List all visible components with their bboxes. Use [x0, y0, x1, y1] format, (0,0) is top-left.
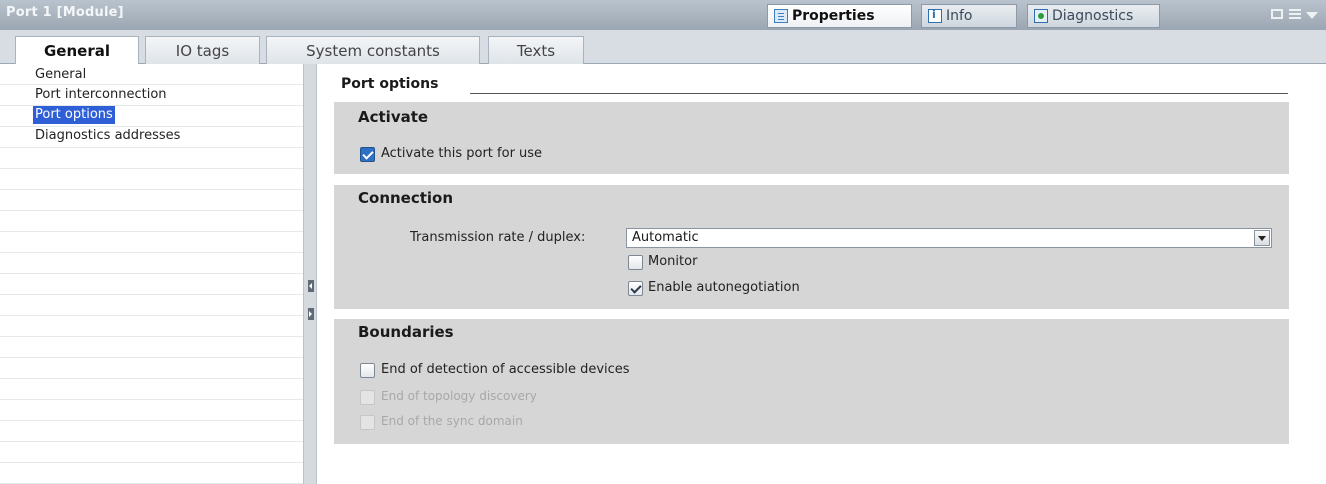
activate-port-label: Activate this port for use	[381, 146, 543, 161]
transmission-rate-select[interactable]: Automatic	[626, 228, 1272, 248]
tab-info-label: Info	[946, 8, 973, 24]
chevron-down-icon[interactable]	[1306, 12, 1318, 19]
end-detection-label: End of detection of accessible devices	[381, 362, 630, 377]
nav-item-diagnostics-addresses[interactable]: Diagnostics addresses	[33, 127, 182, 145]
navigation-tree: General Port interconnection Port option…	[0, 64, 303, 484]
restore-icon[interactable]	[1271, 9, 1283, 19]
expand-right-icon[interactable]	[308, 308, 314, 320]
tab-system-constants-label: System constants	[306, 42, 440, 60]
end-sync-domain-label: End of the sync domain	[381, 414, 523, 428]
window-title: Port 1 [Module]	[6, 5, 124, 20]
tab-general-label: General	[44, 42, 110, 60]
collapse-left-icon[interactable]	[308, 280, 314, 292]
chevron-down-icon[interactable]	[1254, 230, 1270, 246]
nav-item-port-interconnection[interactable]: Port interconnection	[33, 86, 169, 104]
tab-properties[interactable]: Properties	[767, 4, 912, 28]
tab-properties-label: Properties	[792, 8, 875, 24]
end-topology-label: End of topology discovery	[381, 389, 537, 403]
section-divider	[470, 93, 1288, 94]
end-sync-domain-checkbox	[360, 415, 375, 430]
monitor-label: Monitor	[648, 254, 698, 269]
connection-group: Connection Transmission rate / duplex: A…	[334, 185, 1289, 309]
autonegotiation-checkbox[interactable]	[628, 281, 643, 296]
section-title: Port options	[341, 76, 439, 92]
transmission-rate-label: Transmission rate / duplex:	[410, 230, 586, 245]
monitor-checkbox[interactable]	[628, 255, 643, 270]
activate-group-title: Activate	[358, 108, 429, 126]
properties-icon	[774, 9, 788, 23]
autonegotiation-label: Enable autonegotiation	[648, 280, 800, 295]
tab-texts-label: Texts	[516, 42, 556, 60]
diagnostics-icon	[1034, 9, 1048, 23]
pane-splitter[interactable]	[303, 64, 317, 484]
transmission-rate-value: Automatic	[632, 230, 699, 245]
nav-item-general[interactable]: General	[33, 66, 88, 84]
tab-io-tags-label: IO tags	[175, 42, 230, 60]
tab-system-constants[interactable]: System constants	[266, 36, 480, 64]
tab-general[interactable]: General	[15, 36, 139, 65]
boundaries-group: Boundaries End of detection of accessibl…	[334, 319, 1289, 444]
connection-group-title: Connection	[358, 189, 454, 207]
end-topology-checkbox	[360, 390, 375, 405]
tab-info[interactable]: Info	[921, 4, 1017, 28]
tab-texts[interactable]: Texts	[488, 36, 584, 64]
activate-port-checkbox[interactable]	[360, 147, 375, 162]
end-detection-checkbox[interactable]	[360, 363, 375, 378]
inspector-title-bar: Port 1 [Module] Properties Info Diagnost…	[0, 0, 1326, 30]
nav-item-port-options[interactable]: Port options	[33, 106, 115, 124]
property-tabs-bar: General IO tags System constants Texts	[0, 30, 1326, 65]
info-icon	[928, 8, 942, 23]
activate-group: Activate Activate this port for use	[334, 102, 1289, 174]
menu-icon[interactable]	[1289, 9, 1301, 19]
content-pane: Port options Activate Activate this port…	[317, 64, 1326, 484]
tab-diagnostics-label: Diagnostics	[1052, 8, 1134, 24]
tab-io-tags[interactable]: IO tags	[145, 36, 260, 64]
boundaries-group-title: Boundaries	[358, 323, 454, 341]
tab-diagnostics[interactable]: Diagnostics	[1027, 4, 1160, 28]
